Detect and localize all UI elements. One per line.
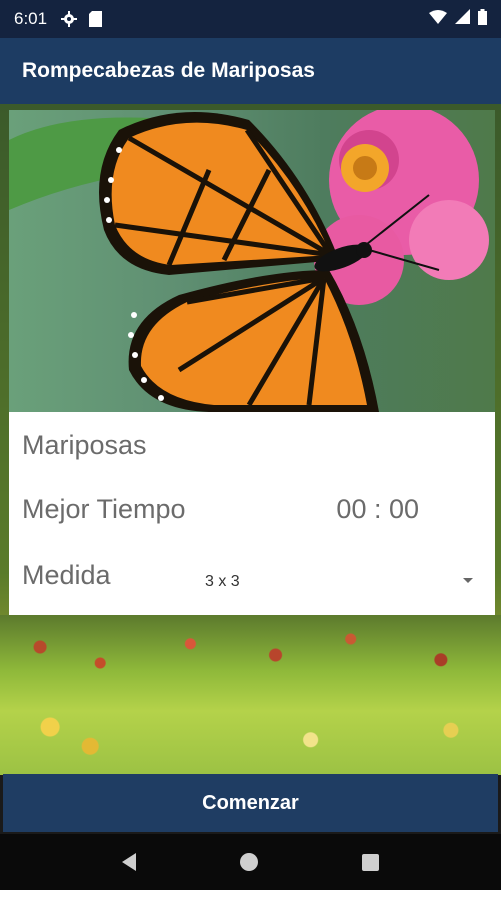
best-time-value: 00 : 00 — [336, 494, 419, 524]
butterfly-image — [9, 110, 495, 412]
back-icon[interactable] — [122, 853, 136, 871]
bottom-edge — [0, 890, 501, 900]
app-title: Rompecabezas de Mariposas — [22, 59, 315, 82]
signal-icon — [455, 9, 470, 29]
app-bar: Rompecabezas de Mariposas — [0, 38, 501, 104]
navigation-bar — [0, 834, 501, 890]
size-dropdown-value: 3 x 3 — [205, 573, 240, 590]
category-name: Mariposas — [22, 430, 147, 460]
meadow-image — [0, 615, 501, 775]
gear-icon — [61, 11, 78, 27]
dropdown-arrow-icon — [463, 578, 473, 583]
wifi-icon — [429, 9, 447, 29]
best-time-label: Mejor Tiempo — [22, 494, 186, 524]
size-dropdown[interactable]: 3 x 3 — [205, 560, 481, 594]
size-label: Medida — [22, 560, 111, 590]
start-button[interactable]: Comenzar — [3, 774, 498, 832]
phone-screen: 6:01 Rompecabezas de Mariposas Mariposas… — [0, 0, 501, 900]
recents-icon[interactable] — [362, 853, 379, 871]
sd-card-icon — [89, 11, 103, 27]
status-time: 6:01 — [14, 9, 48, 28]
battery-icon — [478, 8, 487, 30]
home-icon[interactable] — [240, 853, 258, 871]
status-bar: 6:01 — [0, 0, 501, 38]
puzzle-info-card: Mariposas Mejor Tiempo 00 : 00 Medida 3 … — [9, 412, 495, 615]
